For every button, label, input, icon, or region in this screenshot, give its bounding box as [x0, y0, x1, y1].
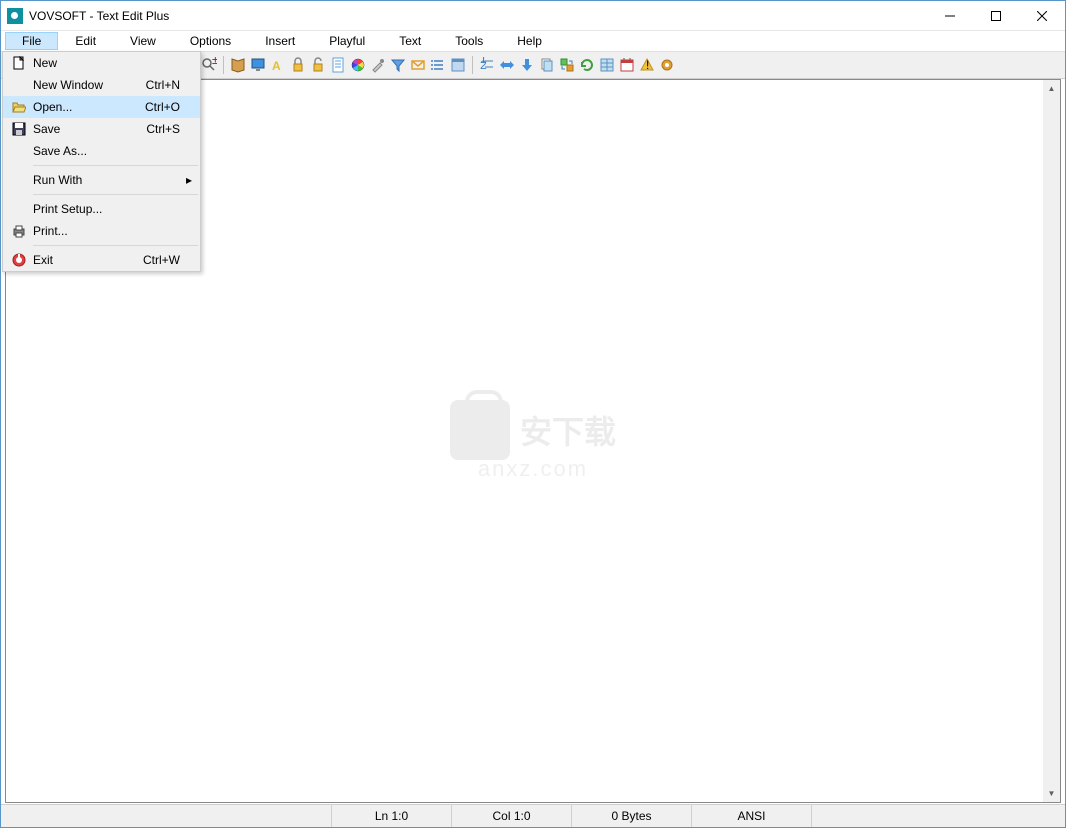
book-icon[interactable]	[230, 57, 246, 73]
menu-item-new[interactable]: New	[3, 52, 200, 74]
gear-icon[interactable]	[659, 57, 675, 73]
lock-icon[interactable]	[290, 57, 306, 73]
unlock-icon[interactable]	[310, 57, 326, 73]
save-icon	[12, 122, 26, 136]
status-line: Ln 1:0	[331, 805, 451, 827]
exit-icon	[12, 253, 26, 267]
minimize-button[interactable]	[927, 1, 973, 31]
titlebar: VOVSOFT - Text Edit Plus	[1, 1, 1065, 31]
mail-icon[interactable]	[410, 57, 426, 73]
submenu-arrow-icon: ▸	[186, 173, 192, 187]
menu-item-new-window[interactable]: New Window Ctrl+N	[3, 74, 200, 96]
eyedropper-icon[interactable]	[370, 57, 386, 73]
open-folder-icon	[12, 100, 26, 114]
menu-divider	[33, 165, 198, 166]
warning-icon[interactable]: !	[639, 57, 655, 73]
filter-icon[interactable]	[390, 57, 406, 73]
menu-divider	[33, 245, 198, 246]
menu-view[interactable]: View	[113, 32, 173, 50]
scroll-up-icon[interactable]: ▲	[1043, 80, 1060, 97]
table-icon[interactable]	[599, 57, 615, 73]
new-file-icon	[12, 56, 26, 70]
menu-item-save[interactable]: Save Ctrl+S	[3, 118, 200, 140]
printer-icon	[12, 224, 26, 238]
menu-item-open[interactable]: Open... Ctrl+O	[3, 96, 200, 118]
menu-tools[interactable]: Tools	[438, 32, 500, 50]
window-icon[interactable]	[450, 57, 466, 73]
status-encoding: ANSI	[691, 805, 811, 827]
window-title: VOVSOFT - Text Edit Plus	[29, 9, 169, 23]
status-col: Col 1:0	[451, 805, 571, 827]
svg-text:2: 2	[480, 58, 487, 72]
font-icon[interactable]: A	[270, 57, 286, 73]
menu-item-save-as[interactable]: Save As...	[3, 140, 200, 162]
app-icon	[7, 8, 23, 24]
window-controls	[927, 1, 1065, 31]
status-empty	[811, 805, 1065, 827]
watermark: 安下载 anxz.com	[450, 400, 616, 482]
menu-help[interactable]: Help	[500, 32, 559, 50]
vertical-scrollbar[interactable]: ▲ ▼	[1043, 80, 1060, 802]
copy-icon[interactable]	[539, 57, 555, 73]
menu-edit[interactable]: Edit	[58, 32, 113, 50]
replace-icon[interactable]	[559, 57, 575, 73]
menu-insert[interactable]: Insert	[248, 32, 312, 50]
menu-options[interactable]: Options	[173, 32, 248, 50]
scroll-down-icon[interactable]: ▼	[1043, 785, 1060, 802]
arrow-down-icon[interactable]	[519, 57, 535, 73]
list-icon[interactable]	[430, 57, 446, 73]
menu-file[interactable]: File	[5, 32, 58, 50]
svg-text:!: !	[646, 58, 649, 72]
arrow-left-right-icon[interactable]	[499, 57, 515, 73]
close-button[interactable]	[1019, 1, 1065, 31]
search-icon[interactable]: ±	[201, 57, 217, 73]
maximize-button[interactable]	[973, 1, 1019, 31]
refresh-icon[interactable]	[579, 57, 595, 73]
menu-text[interactable]: Text	[382, 32, 438, 50]
statusbar: Ln 1:0 Col 1:0 0 Bytes ANSI	[1, 804, 1065, 827]
menu-divider	[33, 194, 198, 195]
menu-item-print-setup[interactable]: Print Setup...	[3, 198, 200, 220]
svg-text:±: ±	[212, 57, 217, 67]
document-icon[interactable]	[330, 57, 346, 73]
color-wheel-icon[interactable]	[350, 57, 366, 73]
menu-playful[interactable]: Playful	[312, 32, 382, 50]
monitor-icon[interactable]	[250, 57, 266, 73]
menubar: File Edit View Options Insert Playful Te…	[1, 31, 1065, 51]
calendar-icon[interactable]	[619, 57, 635, 73]
file-menu-dropdown: New New Window Ctrl+N Open... Ctrl+O Sav…	[2, 51, 201, 272]
menu-item-print[interactable]: Print...	[3, 220, 200, 242]
status-size: 0 Bytes	[571, 805, 691, 827]
menu-item-run-with[interactable]: Run With ▸	[3, 169, 200, 191]
numbered-list-icon[interactable]: 12	[479, 57, 495, 73]
menu-item-exit[interactable]: Exit Ctrl+W	[3, 249, 200, 271]
svg-text:A: A	[272, 59, 281, 73]
